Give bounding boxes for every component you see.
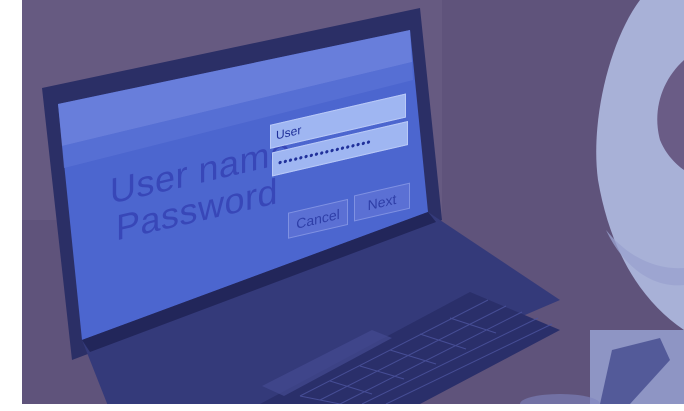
- cancel-button[interactable]: Cancel: [288, 198, 348, 239]
- next-button[interactable]: Next: [354, 182, 410, 222]
- image-border-bottom: [0, 404, 684, 411]
- image-border-left: [0, 0, 22, 411]
- photo-scene: User name Password User ••••••••••••••••…: [0, 0, 684, 411]
